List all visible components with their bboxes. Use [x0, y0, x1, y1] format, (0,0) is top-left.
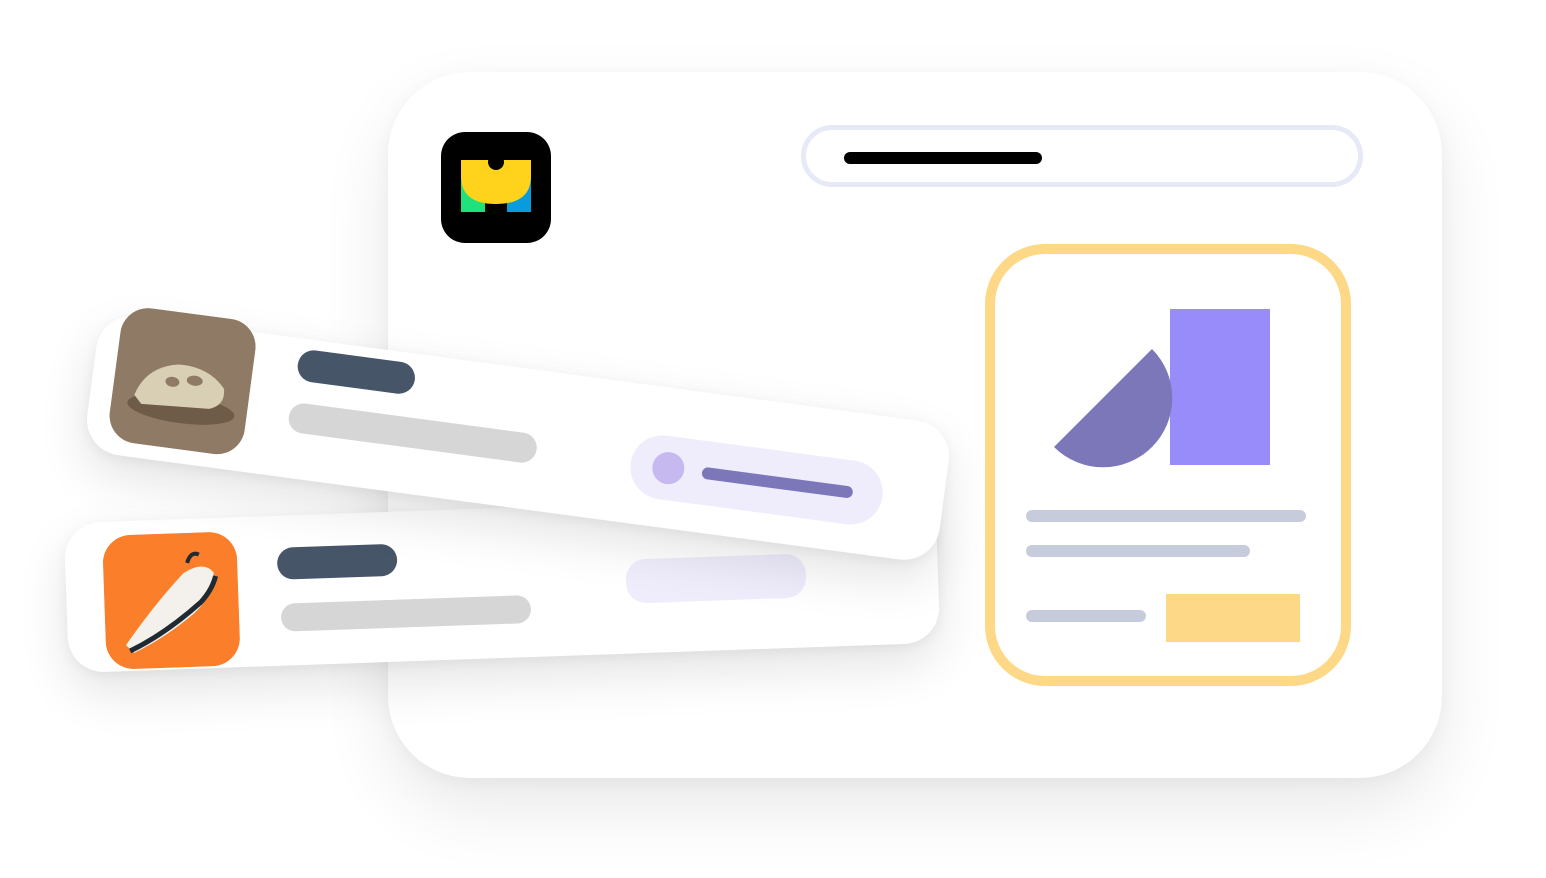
add-to-cart-button[interactable] — [1166, 594, 1300, 642]
geometric-shapes-icon — [1054, 309, 1270, 468]
product-card-line-2 — [1026, 545, 1250, 557]
status-line — [701, 466, 854, 499]
running-sneaker-icon — [102, 531, 241, 670]
product-card-price-line — [1026, 610, 1146, 622]
clog-shoe-icon — [106, 304, 259, 458]
list-item-subtitle — [280, 595, 532, 632]
list-item-title — [295, 348, 417, 396]
url-bar[interactable] — [801, 125, 1363, 187]
brand-logo-icon — [441, 132, 551, 243]
list-item-subtitle — [286, 401, 539, 465]
url-text-placeholder — [844, 152, 1042, 164]
status-badge — [625, 553, 807, 604]
list-item-title — [276, 543, 398, 580]
illustration-stage — [0, 0, 1546, 878]
status-badge — [626, 431, 887, 529]
status-dot — [650, 450, 687, 487]
product-card-line-1 — [1026, 510, 1306, 522]
